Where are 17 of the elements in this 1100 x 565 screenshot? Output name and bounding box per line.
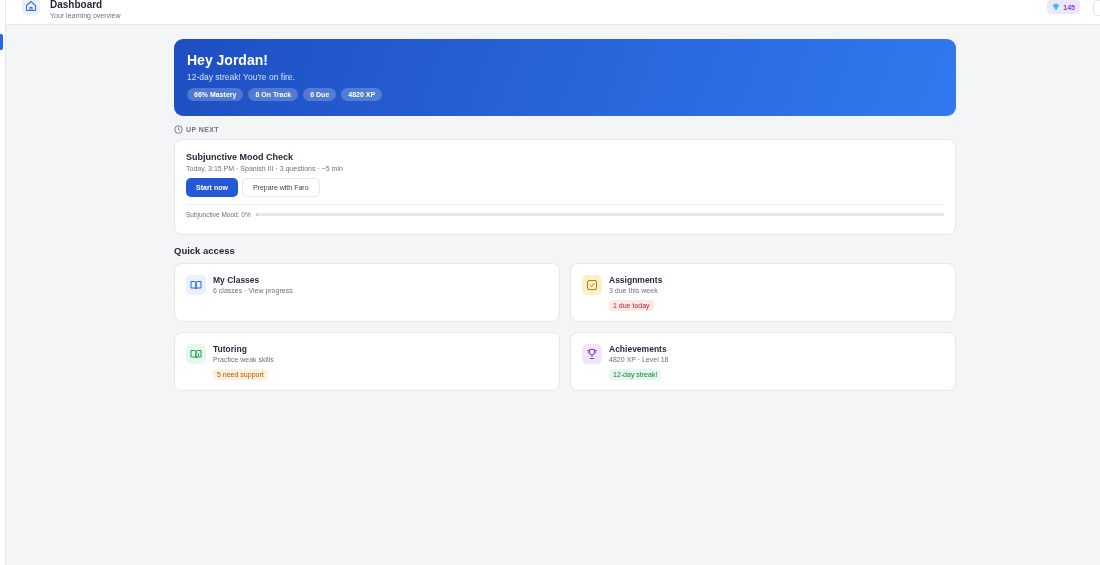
card-title: Tutoring: [213, 344, 248, 354]
card-title: Achievements: [609, 344, 668, 354]
card-title: Assignments: [609, 275, 663, 285]
checkbox-icon: [582, 275, 602, 295]
greeting: Hey Jordan!: [187, 52, 269, 68]
gem-icon: [1052, 3, 1061, 11]
lesson-title: Subjunctive Mood Check: [186, 152, 294, 162]
section-heading: Quick access: [174, 245, 236, 256]
book-icon: [186, 344, 206, 364]
streak-message: 12-day streak! You're on fire.: [187, 72, 296, 82]
home-icon[interactable]: [22, 0, 40, 15]
page-title: Dashboard: [50, 0, 104, 11]
book-icon: [186, 275, 206, 295]
sidebar-indicator[interactable]: [0, 34, 3, 50]
clock-icon: [174, 125, 183, 134]
trophy-icon: [582, 344, 602, 364]
card-title: My Classes: [213, 275, 261, 285]
